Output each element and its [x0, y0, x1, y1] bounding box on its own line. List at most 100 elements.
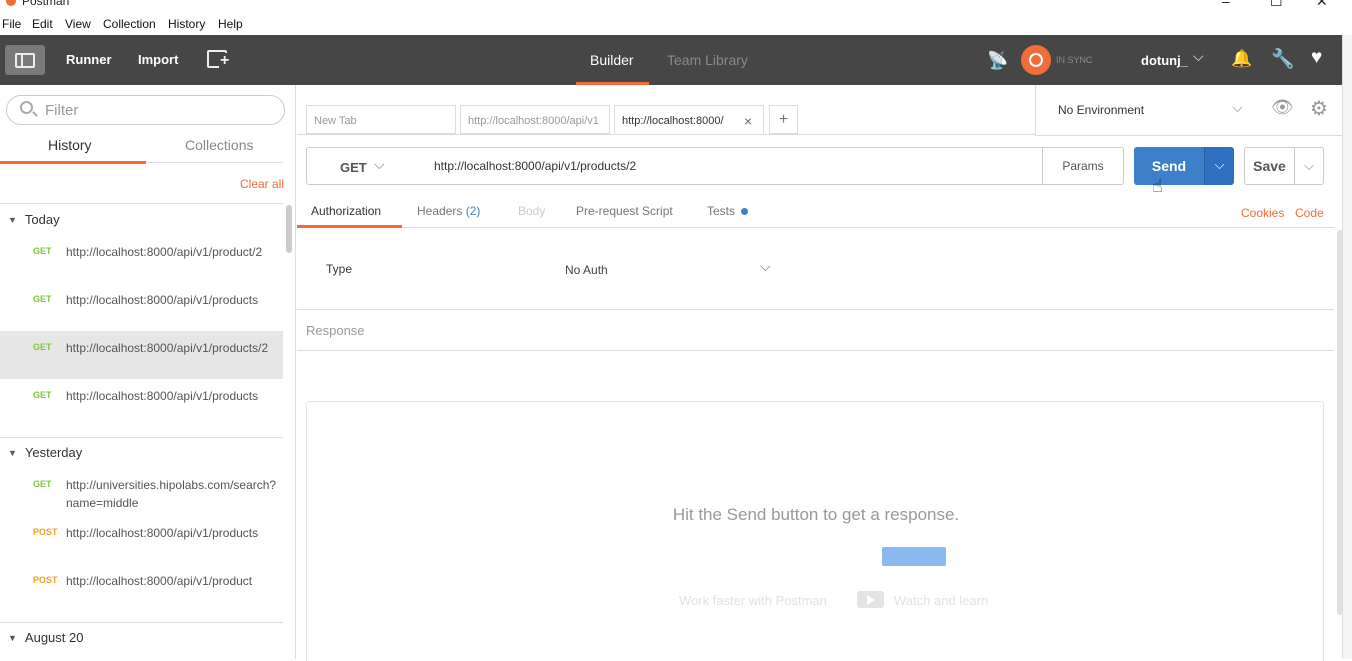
group-yesterday[interactable]: ▼ Yesterday — [8, 445, 82, 460]
request-tab[interactable]: http://localhost:8000/api/v1 — [460, 105, 610, 134]
youtube-play-icon[interactable] — [857, 591, 884, 608]
filter-field[interactable] — [6, 95, 285, 125]
history-url: http://localhost:8000/api/v1/products/2 — [66, 341, 269, 355]
maximize-button[interactable]: ☐ — [1270, 0, 1283, 10]
new-plus-icon: + — [219, 52, 231, 69]
method-badge: GET — [33, 246, 52, 256]
postman-logo-icon — [6, 0, 16, 6]
clear-all-link[interactable]: Clear all — [240, 177, 284, 191]
menu-view[interactable]: View — [65, 17, 91, 31]
history-item[interactable]: POST http://localhost:8000/api/v1/produc… — [0, 564, 283, 612]
history-item[interactable]: GET http://localhost:8000/api/v1/product… — [0, 235, 283, 283]
menu-edit[interactable]: Edit — [32, 17, 53, 31]
runner-button[interactable]: Runner — [66, 52, 112, 67]
chevron-down-icon[interactable]: ⌵ — [760, 258, 771, 275]
auth-type-select[interactable]: No Auth — [565, 263, 608, 277]
cookies-link[interactable]: Cookies — [1241, 206, 1284, 220]
group-label: Yesterday — [24, 445, 83, 460]
heart-icon[interactable]: ♥ — [1311, 47, 1322, 69]
menu-file[interactable]: File — [2, 17, 21, 31]
method-badge: GET — [33, 342, 52, 352]
eye-icon[interactable]: 👁 — [1271, 97, 1294, 118]
close-window-button[interactable]: ✕ — [1316, 0, 1328, 10]
tab-team-library[interactable]: Team Library — [667, 52, 748, 68]
history-url: http://localhost:8000/api/v1/product — [66, 574, 253, 588]
code-link[interactable]: Code — [1295, 206, 1324, 220]
tab-divider — [146, 162, 283, 163]
save-button[interactable]: Save — [1244, 147, 1295, 185]
chevron-down-icon[interactable]: ⌵ — [1232, 99, 1243, 116]
triangle-down-icon: ▼ — [8, 215, 17, 225]
add-tab-button[interactable]: + — [769, 105, 798, 134]
request-tab-active[interactable]: http://localhost:8000/ — [614, 105, 764, 134]
response-empty-state: Hit the Send button to get a response. W… — [306, 401, 1324, 661]
chevron-down-icon[interactable]: ⌵ — [1193, 48, 1204, 65]
environment-select[interactable]: No Environment — [1058, 103, 1144, 117]
tab-pre-request-script[interactable]: Pre-request Script — [576, 204, 673, 218]
history-tab-indicator — [0, 161, 146, 164]
tab-headers[interactable]: Headers (2) — [417, 204, 480, 218]
promo-text: Work faster with Postman — [679, 593, 827, 608]
minimize-button[interactable]: – — [1222, 0, 1230, 9]
divider — [402, 227, 1334, 228]
menu-collection[interactable]: Collection — [103, 17, 156, 31]
sidebar-layout-icon — [15, 53, 35, 68]
history-url: http://localhost:8000/api/v1/products — [66, 526, 259, 540]
method-badge: POST — [33, 575, 58, 585]
window-title: Postman — [22, 0, 70, 8]
divider — [297, 309, 1334, 310]
history-item[interactable]: GET http://localhost:8000/api/v1/product… — [0, 379, 283, 427]
auth-type-label: Type — [326, 262, 353, 276]
history-url: http://localhost:8000/api/v1/products — [66, 389, 259, 403]
search-icon — [20, 101, 33, 114]
history-item[interactable]: GET http://localhost:8000/api/v1/product… — [0, 283, 283, 331]
gear-icon[interactable]: ⚙ — [1310, 96, 1328, 121]
save-dropdown-button[interactable]: ⌵ — [1294, 147, 1324, 185]
satellite-icon[interactable]: 📡 — [987, 51, 1008, 71]
filter-input[interactable] — [43, 100, 273, 120]
sync-status-text: IN SYNC — [1056, 55, 1093, 65]
user-menu[interactable]: dotunj_ — [1141, 53, 1188, 68]
headers-count-badge: (2) — [465, 204, 481, 218]
group-august-20[interactable]: ▼ August 20 — [8, 630, 83, 645]
url-input[interactable] — [422, 147, 1043, 185]
params-button[interactable]: Params — [1042, 147, 1124, 185]
history-item[interactable]: GET http://universities.hipolabs.com/sea… — [0, 468, 283, 516]
method-badge: GET — [33, 390, 52, 400]
method-badge: POST — [33, 527, 58, 537]
chevron-down-icon: ⌵ — [374, 156, 385, 172]
method-badge: GET — [33, 294, 52, 304]
request-tab[interactable]: New Tab — [306, 105, 456, 134]
tab-history[interactable]: History — [48, 137, 92, 153]
sidebar-scrollbar[interactable] — [286, 205, 292, 253]
hand-cursor-icon: ☝ — [1152, 176, 1163, 196]
tests-indicator-dot — [741, 208, 748, 215]
history-item[interactable]: POST http://localhost:8000/api/v1/produc… — [0, 516, 283, 564]
window-edge — [1342, 35, 1352, 659]
sidebar-toggle-button[interactable] — [5, 45, 45, 75]
send-dropdown-button[interactable]: ⌵ — [1204, 147, 1234, 185]
bell-icon[interactable]: 🔔 — [1231, 49, 1252, 69]
close-icon[interactable]: × — [744, 113, 752, 129]
import-button[interactable]: Import — [138, 52, 178, 67]
menu-history[interactable]: History — [168, 17, 205, 31]
tab-authorization[interactable]: Authorization — [311, 204, 381, 218]
menu-help[interactable]: Help — [218, 17, 243, 31]
tab-collections[interactable]: Collections — [185, 137, 253, 153]
group-today[interactable]: ▼ Today — [8, 212, 60, 227]
history-item-selected[interactable]: GET http://localhost:8000/api/v1/product… — [0, 331, 283, 379]
history-url: http://localhost:8000/api/v1/products — [66, 293, 259, 307]
group-label: August 20 — [24, 630, 84, 645]
sync-status-icon[interactable] — [1021, 45, 1051, 75]
watch-and-learn-link[interactable]: Watch and learn — [894, 593, 988, 608]
environment-bar: No Environment ⌵ 👁 ⚙ — [1035, 85, 1342, 136]
divider — [297, 134, 1035, 135]
sidebar: History Collections Clear all ▼ Today GET… — [0, 85, 296, 659]
tab-tests[interactable]: Tests — [707, 204, 735, 218]
method-select[interactable]: GET ⌵ — [306, 147, 423, 185]
send-button[interactable]: Send — [1134, 147, 1204, 185]
wrench-icon[interactable]: 🔧 — [1271, 47, 1295, 71]
tab-builder[interactable]: Builder — [590, 52, 634, 68]
request-builder: New Tab http://localhost:8000/api/v1 htt… — [297, 85, 1343, 661]
tab-body[interactable]: Body — [518, 204, 545, 218]
